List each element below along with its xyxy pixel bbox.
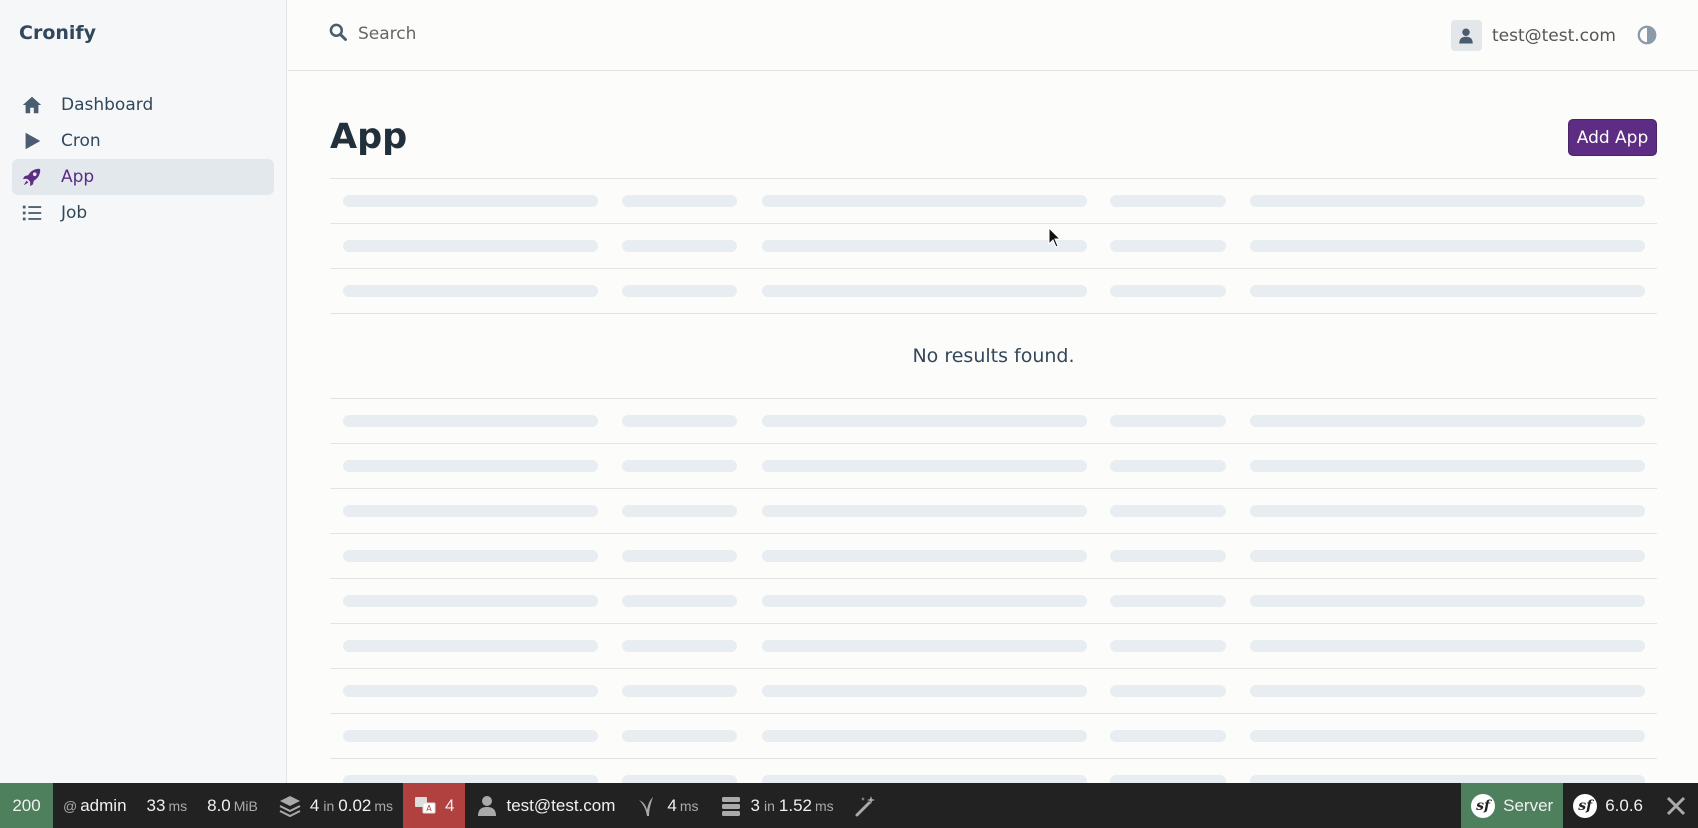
sidebar-item-label: Job xyxy=(61,203,88,223)
sidebar-item-job[interactable]: Job xyxy=(12,195,274,231)
avatar xyxy=(1450,20,1482,51)
skeleton-row xyxy=(330,623,1657,668)
top-header: test@test.com xyxy=(288,0,1698,71)
debug-toolbar: 200 @ admin 33 ms 8.0 MiB 4 in 0.02 ms A… xyxy=(0,783,1698,828)
skeleton-row xyxy=(330,758,1657,783)
main-content: App Add App No results found. xyxy=(330,71,1657,783)
skeleton-row xyxy=(330,178,1657,223)
server-panel[interactable]: sf Server xyxy=(1461,783,1564,828)
skeleton-row xyxy=(330,398,1657,443)
config-panel[interactable] xyxy=(844,783,896,828)
svg-text:A: A xyxy=(426,804,432,813)
add-app-button[interactable]: Add App xyxy=(1568,119,1657,156)
sidebar-item-label: Cron xyxy=(61,131,101,151)
sidebar-item-label: App xyxy=(61,167,95,187)
results-table: No results found. xyxy=(330,178,1657,783)
security-panel[interactable]: test@test.com xyxy=(465,783,626,828)
symfony-logo-icon: sf xyxy=(1471,793,1496,818)
route-prefix: @ xyxy=(63,797,78,814)
close-icon xyxy=(1666,796,1685,815)
play-icon xyxy=(20,129,44,153)
skeleton-row xyxy=(330,668,1657,713)
mouse-cursor-icon xyxy=(1048,227,1062,248)
skeleton-row xyxy=(330,713,1657,758)
empty-message: No results found. xyxy=(330,313,1657,398)
search-icon xyxy=(328,22,358,46)
database-panel[interactable]: 3 in 1.52 ms xyxy=(709,783,844,828)
translation-panel[interactable]: A 4 xyxy=(403,783,465,828)
route-name: admin xyxy=(80,795,127,815)
sidebar-nav: Dashboard Cron App Job xyxy=(12,87,274,231)
home-icon xyxy=(20,93,44,117)
brand-logo[interactable]: Cronify xyxy=(19,22,96,44)
translation-icon: A xyxy=(415,796,436,813)
route-panel[interactable]: @ admin xyxy=(53,783,137,828)
user-menu[interactable]: test@test.com xyxy=(1450,20,1616,51)
search-bar xyxy=(328,22,658,46)
sidebar-item-app[interactable]: App xyxy=(12,159,274,195)
theme-toggle-icon[interactable] xyxy=(1636,24,1658,46)
twig-panel[interactable]: 4 ms xyxy=(625,783,708,828)
skeleton-row xyxy=(330,268,1657,313)
app-root: Cronify Dashboard Cron App Job Search te… xyxy=(0,0,1698,828)
list-icon xyxy=(20,201,44,225)
sidebar: Cronify Dashboard Cron App Job xyxy=(0,0,287,783)
time-panel[interactable]: 33 ms xyxy=(137,783,198,828)
search-input[interactable] xyxy=(358,24,658,44)
skeleton-row xyxy=(330,578,1657,623)
database-icon xyxy=(721,796,740,816)
sidebar-item-cron[interactable]: Cron xyxy=(12,123,274,159)
skeleton-row xyxy=(330,488,1657,533)
magic-wand-icon xyxy=(855,795,875,816)
page-title: App xyxy=(330,117,408,157)
symfony-logo-icon: sf xyxy=(1573,793,1598,818)
cache-panel[interactable]: 4 in 0.02 ms xyxy=(268,783,403,828)
skeleton-row xyxy=(330,533,1657,578)
memory-panel[interactable]: 8.0 MiB xyxy=(197,783,268,828)
symfony-version-panel[interactable]: sf 6.0.6 xyxy=(1563,783,1653,828)
rocket-icon xyxy=(20,165,44,189)
status-code-badge[interactable]: 200 xyxy=(0,783,53,828)
skeleton-row xyxy=(330,223,1657,268)
layers-icon xyxy=(279,795,301,817)
user-icon xyxy=(477,795,496,816)
user-email: test@test.com xyxy=(1491,25,1616,46)
sidebar-item-label: Dashboard xyxy=(61,95,154,115)
twig-icon xyxy=(639,796,654,816)
user-icon xyxy=(1459,28,1474,43)
toolbar-close-button[interactable] xyxy=(1653,783,1698,828)
sidebar-item-dashboard[interactable]: Dashboard xyxy=(12,87,274,123)
skeleton-row xyxy=(330,443,1657,488)
